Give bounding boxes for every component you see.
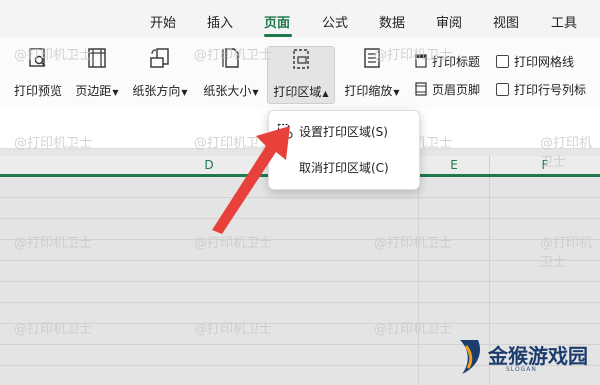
orientation-button[interactable]: 纸张方向▼ — [130, 46, 190, 102]
red-arrow-annotation — [212, 126, 290, 234]
header-footer-label: 页眉页脚 — [432, 82, 481, 97]
orientation-icon — [150, 48, 169, 68]
tab-insert[interactable]: 插入 — [207, 12, 233, 31]
active-tab-indicator — [264, 34, 292, 37]
print-preview-label: 打印预览 — [13, 84, 62, 98]
tab-tools[interactable]: 工具 — [551, 12, 577, 31]
tab-data[interactable]: 数据 — [379, 12, 405, 31]
header-footer-icon — [415, 82, 427, 96]
watermark-text: @打印机卫士 — [14, 136, 93, 151]
site-logo: 金猴游戏园 SLOGAN — [454, 334, 594, 380]
set-print-area-menu-item[interactable]: 设置打印区域(S) — [277, 117, 411, 145]
print-gridlines-label: 打印网格线 — [514, 54, 575, 69]
watermark-text: @打印机卫士 — [14, 322, 93, 337]
cancel-print-area-label: 取消打印区域(C) — [299, 160, 389, 175]
print-row-col-headers-label: 打印行号列标 — [514, 82, 587, 97]
print-area-button[interactable]: 打印区域▲ — [267, 46, 335, 104]
print-area-label: 打印区域 — [273, 85, 322, 99]
grid-column-divider — [418, 177, 419, 385]
tab-home[interactable]: 开始 — [150, 12, 176, 31]
chevron-down-icon: ▼ — [393, 88, 400, 97]
logo-text: 金猴游戏园 — [488, 344, 588, 368]
chevron-down-icon: ▼ — [252, 88, 259, 97]
header-footer-button[interactable]: 页眉页脚 — [414, 80, 480, 98]
print-area-icon — [293, 49, 309, 69]
orientation-label: 纸张方向 — [132, 84, 181, 98]
chevron-up-icon: ▲ — [322, 89, 329, 98]
tab-view[interactable]: 视图 — [493, 12, 519, 31]
cancel-print-area-menu-item[interactable]: 取消打印区域(C) — [277, 153, 411, 181]
checkbox-box[interactable] — [496, 82, 509, 96]
paper-size-label: 纸张大小 — [203, 84, 252, 98]
menu-bar: 开始 插入 页面 公式 数据 审阅 视图 工具 — [0, 0, 600, 38]
tab-page[interactable]: 页面 — [264, 12, 290, 31]
chevron-down-icon: ▼ — [112, 88, 119, 97]
chevron-down-icon: ▼ — [181, 88, 188, 97]
watermark-text: @打印机卫士 — [194, 48, 273, 63]
tab-review[interactable]: 审阅 — [436, 12, 462, 31]
watermark-text: @打印机卫士 — [540, 136, 593, 170]
logo-emblem-icon — [460, 340, 481, 374]
column-header-e[interactable]: E — [419, 156, 490, 174]
margins-label: 页边距 — [75, 84, 112, 98]
print-scale-label: 打印缩放 — [344, 84, 393, 98]
watermark-text: @打印机卫士 — [374, 236, 453, 251]
tab-formula[interactable]: 公式 — [322, 12, 348, 31]
watermark-text: @打印机卫士 — [14, 236, 93, 251]
watermark-text: @打印机卫士 — [540, 236, 593, 270]
set-print-area-label: 设置打印区域(S) — [299, 124, 388, 139]
logo-slogan: SLOGAN — [506, 366, 537, 373]
checkbox-box[interactable] — [496, 54, 509, 68]
print-row-col-headers-checkbox[interactable]: 打印行号列标 — [496, 80, 586, 98]
print-gridlines-checkbox[interactable]: 打印网格线 — [496, 52, 574, 70]
watermark-text: @打印机卫士 — [374, 48, 453, 63]
watermark-text: @打印机卫士 — [194, 322, 273, 337]
watermark-text: @打印机卫士 — [374, 322, 453, 337]
watermark-text: @打印机卫士 — [14, 48, 93, 63]
